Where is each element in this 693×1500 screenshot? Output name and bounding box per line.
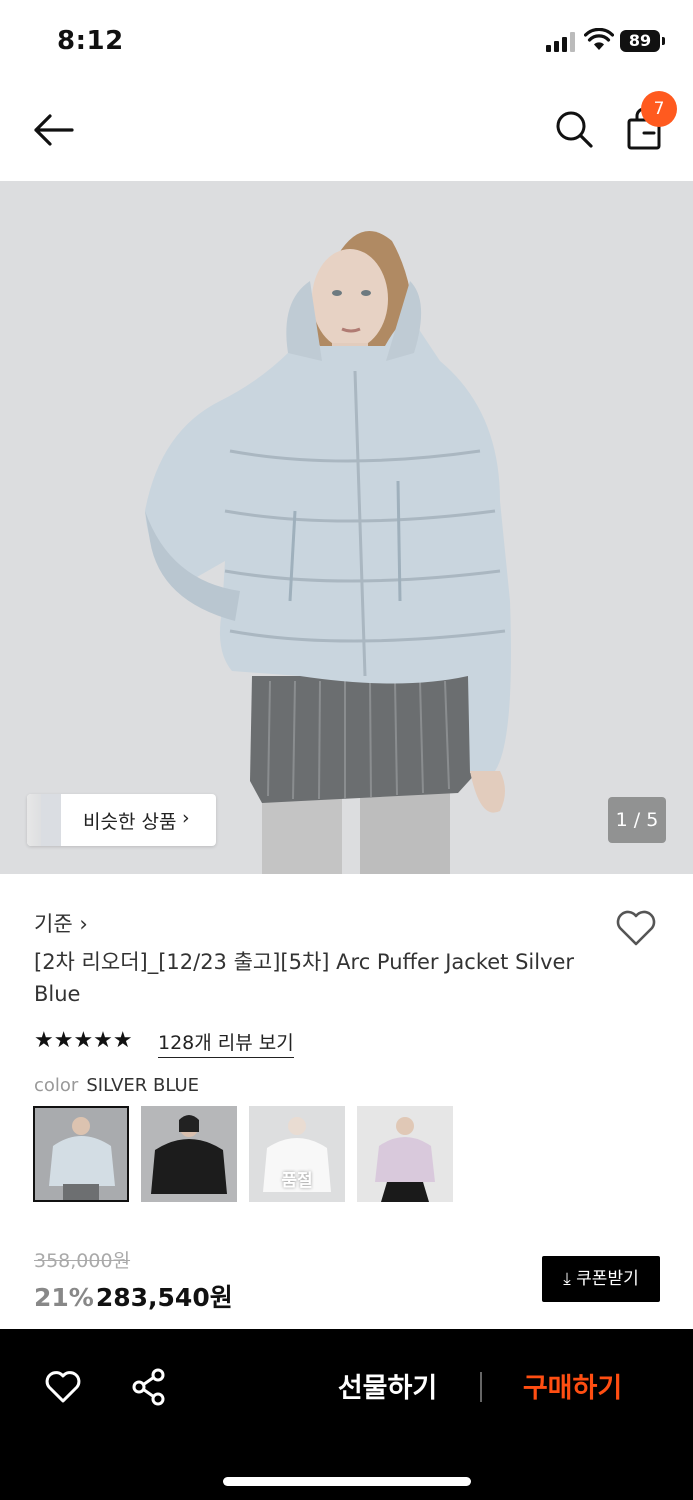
color-row: color SILVER BLUE [34, 1075, 199, 1096]
back-arrow-icon[interactable] [30, 110, 76, 150]
swatch-lilac-photo [357, 1106, 453, 1202]
search-icon[interactable] [553, 108, 595, 150]
home-indicator[interactable] [223, 1477, 471, 1486]
swatch-silver-blue-photo [33, 1106, 129, 1202]
cellular-signal-icon [546, 32, 575, 52]
discount-rate: 21% [34, 1283, 94, 1312]
swatch-silver-blue[interactable] [33, 1106, 129, 1202]
wishlist-heart-icon[interactable] [614, 908, 658, 948]
product-photo [0, 181, 693, 874]
rating-stars: ★★★★★ [34, 1028, 133, 1053]
product-image-carousel[interactable]: 비슷한 상품 › 1 / 5 [0, 181, 693, 874]
color-value: SILVER BLUE [86, 1075, 200, 1096]
gift-button[interactable]: 선물하기 [320, 1367, 455, 1411]
battery-indicator: 89 [620, 30, 665, 52]
sale-price: 283,540원 [95, 1283, 233, 1312]
similar-products-thumbnail [27, 794, 61, 846]
status-bar: 8:12 89 [0, 0, 693, 84]
status-time: 8:12 [57, 26, 124, 56]
color-label: color [34, 1075, 79, 1096]
wifi-icon [584, 28, 614, 50]
share-icon[interactable] [130, 1367, 168, 1407]
original-price: 358,000원 [34, 1250, 131, 1272]
sold-out-label: 품절 [281, 1171, 313, 1191]
heart-icon[interactable] [44, 1369, 82, 1405]
similar-products-button[interactable]: 비슷한 상품 › [27, 794, 216, 846]
swatch-black[interactable] [141, 1106, 237, 1202]
similar-products-label: 비슷한 상품 [83, 811, 177, 833]
image-page-indicator: 1 / 5 [608, 797, 666, 843]
bottom-action-bar: 선물하기 구매하기 [0, 1329, 693, 1500]
reviews-link[interactable]: 128개 리뷰 보기 [158, 1028, 294, 1058]
cart-count-badge: 7 [641, 91, 677, 127]
price-row: 21%283,540원 [34, 1278, 233, 1314]
buy-button[interactable]: 구매하기 [505, 1367, 640, 1411]
swatch-lilac[interactable] [357, 1106, 453, 1202]
action-divider [480, 1372, 482, 1402]
swatch-white-sold-out[interactable]: 품절 [249, 1106, 345, 1202]
download-coupon-button[interactable]: ⤓ 쿠폰받기 [542, 1256, 660, 1302]
product-title: [2차 리오더]_[12/23 출고][5차] Arc Puffer Jacke… [34, 950, 575, 1006]
brand-link[interactable]: 기준 › [34, 908, 88, 938]
chevron-right-icon: › [182, 807, 190, 829]
swatch-black-photo [141, 1106, 237, 1202]
